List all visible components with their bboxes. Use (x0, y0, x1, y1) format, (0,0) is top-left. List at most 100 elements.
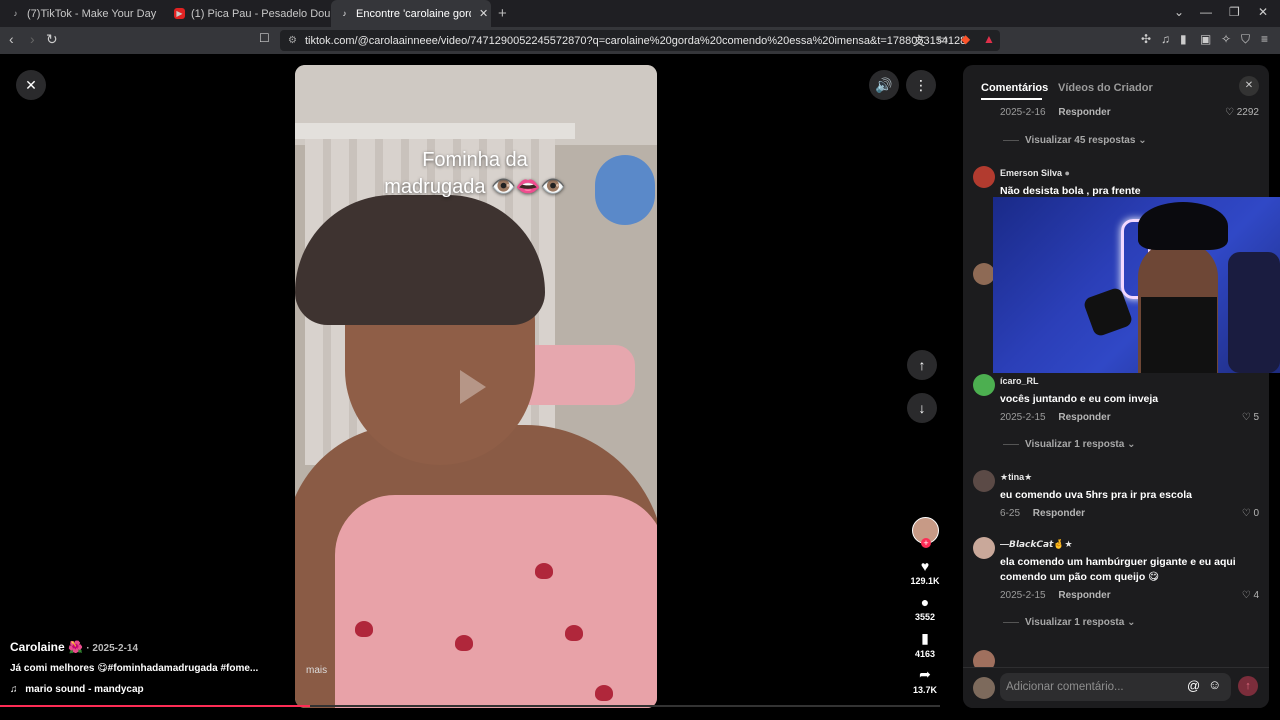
avatar[interactable] (973, 374, 995, 396)
like-count: 0 (1253, 508, 1259, 519)
comment-likes[interactable]: ♡ 5 (1242, 412, 1259, 423)
view-replies-label: Visualizar 1 resposta (1025, 439, 1125, 450)
next-video-button[interactable]: ↓ (907, 393, 937, 423)
like-count: 4 (1253, 590, 1259, 601)
emoji-icon[interactable]: ☺ (1208, 677, 1221, 692)
reply-button[interactable]: Responder (1058, 590, 1110, 601)
reload-icon[interactable]: ↻ (46, 31, 58, 48)
close-viewer-button[interactable]: ✕ (16, 70, 46, 100)
comment-likes[interactable]: ♡ 2292 (1225, 107, 1259, 118)
menu-icon[interactable]: ≡ (1261, 32, 1268, 46)
comment-meta: 2025-2-15 Responder (1000, 590, 1111, 601)
save-count: 4163 (914, 649, 936, 659)
heart-icon: ♥ (920, 558, 930, 574)
comment-author[interactable]: ícaro_RL (1000, 376, 1039, 386)
progress-fill (0, 705, 311, 707)
avatar[interactable] (973, 537, 995, 559)
url-field[interactable]: ⚙ tiktok.com/@carolaainneee/video/747129… (280, 30, 1000, 51)
comment-date: 2025-2-15 (1000, 412, 1046, 423)
webcam-overlay (993, 197, 1280, 373)
reply-button[interactable]: Responder (1033, 508, 1085, 519)
comment-count: 3552 (914, 612, 936, 622)
view-replies-button[interactable]: Visualizar 45 respostas ⌄ (1003, 135, 1147, 146)
comment-author[interactable]: —𝘽𝙡𝙖𝙘𝙠𝘾𝙖𝙩🤞★ (1000, 539, 1073, 550)
leo-ai-icon[interactable]: ✧ (1221, 32, 1231, 46)
more-options-button[interactable]: ⋮ (906, 70, 936, 100)
like-button[interactable]: ♥ 129.1K (910, 558, 940, 586)
wallet-icon[interactable]: ▣ (1200, 32, 1211, 46)
media-icon[interactable]: ♫ (1161, 32, 1170, 46)
tab-list-icon[interactable]: ⌄ (1174, 5, 1184, 19)
comment-meta: 2025-2-15 Responder (1000, 412, 1111, 423)
cast-icon[interactable]: ▭ (937, 32, 948, 46)
video-player[interactable]: Fominha da madrugada 👁️👄👁️ mais (295, 65, 657, 708)
comment-button[interactable]: ● 3552 (910, 594, 940, 622)
browser-tab-bar: ♪ (7)TikTok - Make Your Day ▶ (1) Pica P… (0, 0, 1280, 27)
follow-plus-icon[interactable]: + (921, 538, 931, 548)
author-name: Emerson Silva (1000, 168, 1063, 178)
author-line: Carolaine 🌺 · 2025-2-14 (10, 640, 138, 654)
tab-creator-videos[interactable]: Vídeos do Criador (1058, 82, 1153, 94)
avatar[interactable] (973, 263, 995, 285)
close-panel-button[interactable]: ✕ (1239, 76, 1259, 96)
tab-comments[interactable]: Comentários (981, 82, 1048, 100)
creator-avatar[interactable]: + (912, 517, 939, 548)
reply-button[interactable]: Responder (1058, 412, 1110, 423)
close-tab-icon[interactable]: ✕ (479, 7, 488, 20)
arrow-down-icon: ↓ (918, 400, 926, 416)
share-button[interactable]: ➦ 13.7K (910, 666, 940, 695)
comment-date: 2025-2-16 (1000, 107, 1046, 118)
progress-bar[interactable] (0, 705, 940, 707)
like-count: 129.1K (910, 576, 940, 586)
vpn-icon[interactable]: ⛉ (1241, 32, 1250, 47)
translate-icon[interactable]: 文 (913, 32, 925, 49)
comment-date: 2025-2-15 (1000, 590, 1046, 601)
close-icon: ✕ (25, 76, 37, 93)
site-info-icon[interactable]: ⚙ (288, 35, 297, 46)
play-icon[interactable] (460, 370, 486, 404)
bookmark-icon[interactable]: ☐ (259, 31, 270, 45)
new-tab-button[interactable]: + (498, 5, 507, 22)
send-button[interactable]: ↑ (1238, 676, 1258, 696)
comment-text: ela comendo um hambúrguer gigante e eu a… (1000, 556, 1236, 583)
music-line[interactable]: ♫ mario sound - mandycap (10, 684, 144, 695)
more-link[interactable]: mais (306, 665, 327, 676)
forward-icon[interactable]: › (30, 31, 35, 47)
mention-icon[interactable]: @ (1187, 678, 1200, 693)
avatar[interactable] (973, 470, 995, 492)
sidebar-icon[interactable]: ▮ (1180, 32, 1187, 46)
address-bar: ‹ › ↻ ☐ ⚙ tiktok.com/@carolaainneee/vide… (0, 27, 1280, 54)
close-window-button[interactable]: ✕ (1258, 5, 1268, 19)
tab-tiktok[interactable]: ♪ (7)TikTok - Make Your Day (10, 0, 157, 27)
comment-author[interactable]: Emerson Silva ● (1000, 168, 1070, 178)
comment-likes[interactable]: ♡ 0 (1242, 508, 1259, 519)
avatar[interactable] (973, 166, 995, 188)
extensions-icon[interactable]: ✣ (1141, 32, 1151, 46)
bookmark-icon: ▮ (921, 630, 929, 646)
view-replies-label: Visualizar 1 resposta (1025, 617, 1125, 628)
volume-button[interactable]: 🔊 (869, 70, 899, 100)
view-replies-button[interactable]: Visualizar 1 resposta ⌄ (1003, 617, 1135, 628)
save-button[interactable]: ▮ 4163 (910, 630, 940, 659)
reply-button[interactable]: Responder (1058, 107, 1110, 118)
brave-shield-icon[interactable]: ◆ (961, 32, 970, 46)
comment-author[interactable]: ★tina★ (1000, 472, 1032, 483)
comment-input-bar: Adicionar comentário... @ ☺ ↑ (963, 667, 1269, 708)
brave-rewards-icon[interactable]: ▲ (983, 32, 995, 46)
minimize-button[interactable]: — (1200, 5, 1212, 19)
maximize-button[interactable]: ❐ (1229, 5, 1240, 19)
back-icon[interactable]: ‹ (9, 31, 14, 47)
comment-likes[interactable]: ♡ 4 (1242, 590, 1259, 601)
tab-search-active[interactable]: ♪ Encontre 'carolaine gorda comer ✕ (331, 0, 491, 27)
previous-video-button[interactable]: ↑ (907, 350, 937, 380)
chevron-down-icon: ⌄ (1127, 439, 1136, 450)
author-name[interactable]: Carolaine (10, 640, 65, 654)
video-frame (335, 495, 657, 708)
chevron-down-icon: ⌄ (1127, 617, 1136, 628)
view-replies-button[interactable]: Visualizar 1 resposta ⌄ (1003, 439, 1135, 450)
video-frame (455, 635, 473, 651)
speaker-icon: 🔊 (875, 76, 893, 93)
video-frame (565, 625, 583, 641)
url-text: tiktok.com/@carolaainneee/video/74712900… (305, 34, 967, 47)
comment-text: vocês juntando e eu com inveja (1000, 393, 1159, 405)
